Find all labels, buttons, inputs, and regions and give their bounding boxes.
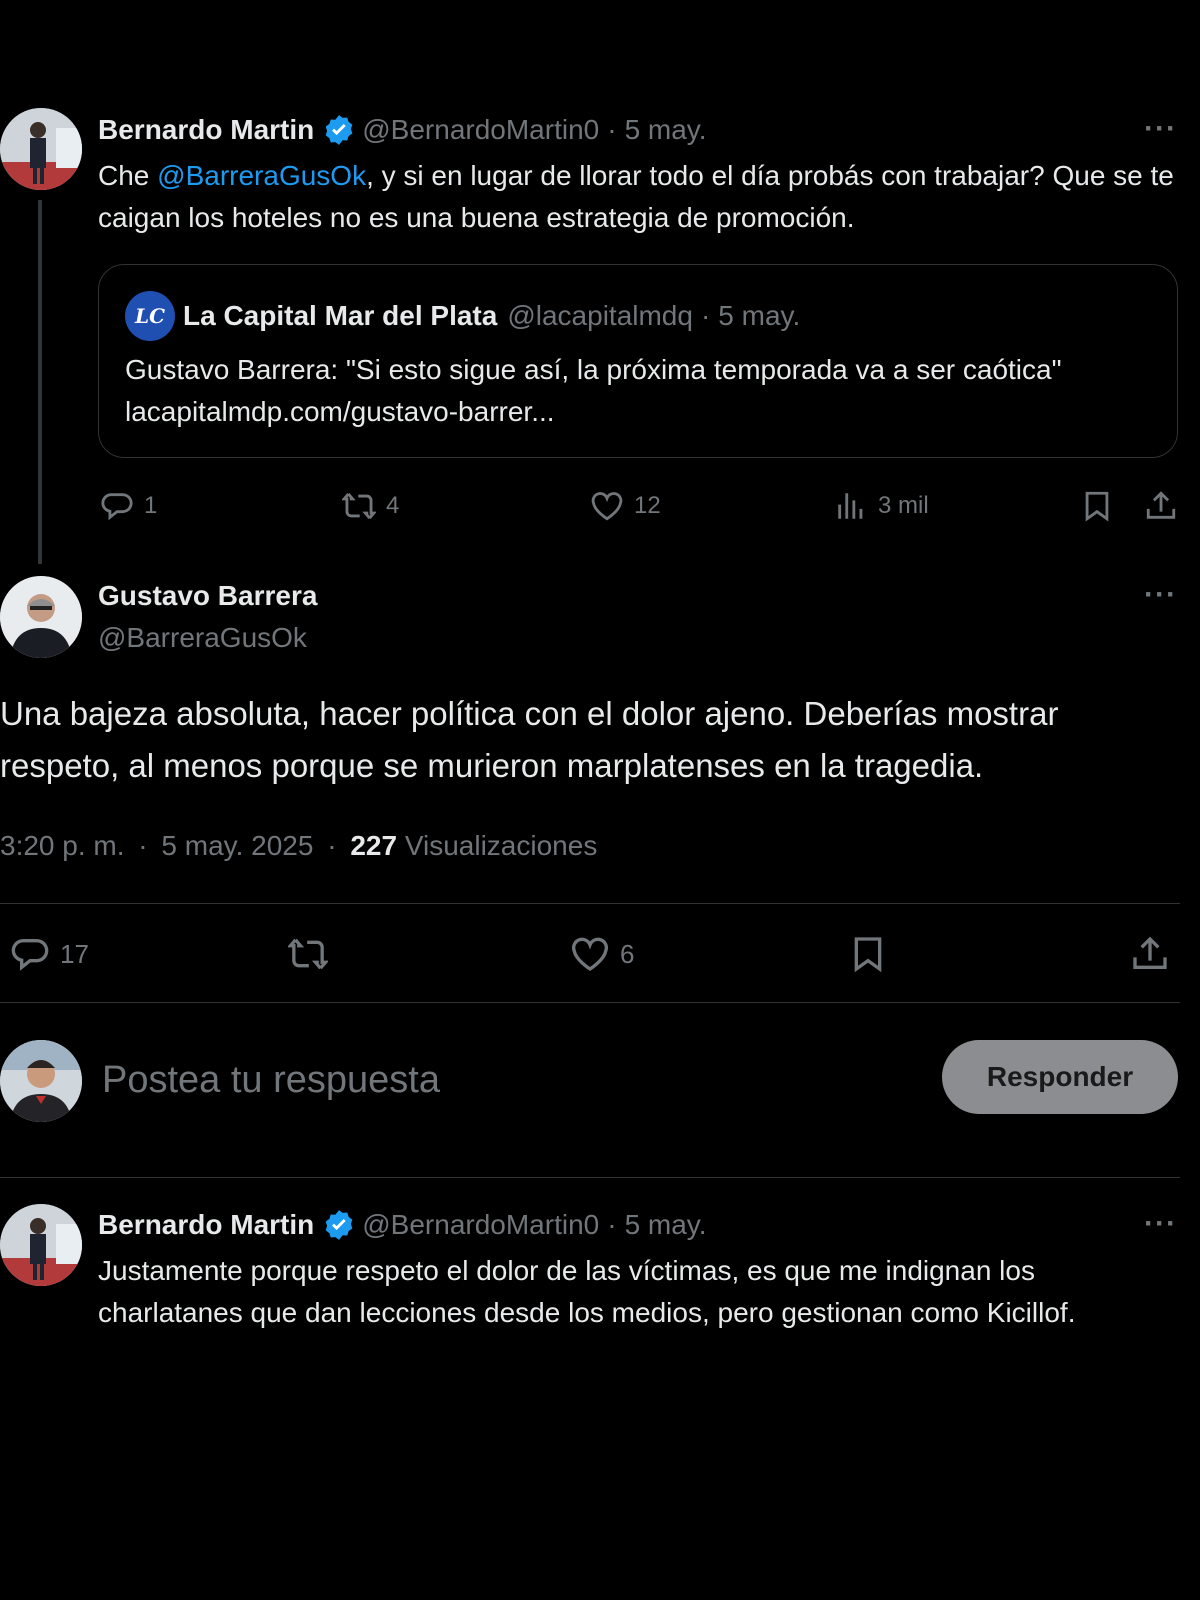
tweet-date[interactable]: 5 may. 2025 [161, 830, 313, 861]
share-icon [1133, 936, 1167, 969]
reply-input[interactable] [100, 1054, 894, 1106]
share-icon [1146, 491, 1176, 519]
separator: · [138, 830, 148, 861]
separator: · [327, 830, 337, 861]
reply-icon [101, 493, 133, 521]
like-count: 12 [634, 492, 661, 519]
reply-count: 1 [144, 492, 158, 519]
divider [0, 903, 1180, 904]
views-button[interactable]: 3 mil [834, 489, 929, 523]
quote-text: Gustavo Barrera: "Si esto sigue así, la … [125, 354, 1062, 427]
reply-text: Justamente porque respeto el dolor de la… [98, 1255, 1076, 1328]
more-options-icon[interactable]: ··· [1144, 1207, 1177, 1241]
tweet1-header: Bernardo Martin @BernardoMartin0 · 5 may… [98, 110, 707, 150]
separator: · [607, 1209, 617, 1240]
repost-icon [342, 493, 376, 519]
bookmark-icon [854, 937, 882, 973]
repost-icon [288, 938, 328, 970]
verified-badge-icon [325, 115, 353, 145]
mention-link[interactable]: @BarreraGusOk [157, 160, 366, 191]
divider [0, 1177, 1180, 1178]
reply-header: Bernardo Martin @BernardoMartin0 · 5 may… [98, 1205, 707, 1245]
avatar-bernardo[interactable] [0, 108, 82, 190]
share-button[interactable] [1130, 934, 1170, 974]
author-handle[interactable]: @BarreraGusOk [98, 622, 307, 654]
reply-count: 17 [60, 938, 89, 969]
reply-icon [11, 939, 49, 971]
share-button[interactable] [1144, 489, 1178, 523]
like-button[interactable]: 12 [590, 489, 661, 523]
repost-button[interactable]: 4 [342, 489, 399, 523]
more-options-icon[interactable]: ··· [1144, 112, 1177, 146]
tweet1-text: Che @BarreraGusOk, y si en lugar de llor… [98, 155, 1178, 239]
author-name[interactable]: Bernardo Martin [98, 1209, 314, 1241]
views-icon [838, 493, 863, 519]
tweet-date[interactable]: 5 may. [625, 114, 707, 146]
bookmark-button[interactable] [848, 934, 888, 974]
bookmark-button[interactable] [1080, 489, 1114, 523]
heart-icon [572, 937, 608, 971]
repost-count: 4 [386, 492, 400, 519]
like-button[interactable]: 6 [570, 934, 634, 974]
separator: · [700, 300, 711, 331]
views-count: 227 [350, 830, 398, 861]
views-count: 3 mil [878, 492, 929, 519]
quote-author-name: La Capital Mar del Plata [183, 300, 498, 331]
separator: · [607, 114, 617, 145]
author-name[interactable]: Gustavo Barrera [98, 580, 317, 612]
quote-card[interactable]: LC La Capital Mar del Plata @lacapitalmd… [98, 264, 1178, 458]
avatar-bernardo[interactable] [0, 1204, 82, 1286]
avatar-current-user[interactable] [0, 1040, 82, 1122]
reply-submit-button[interactable]: Responder [942, 1040, 1178, 1114]
bookmark-icon [1085, 491, 1109, 522]
tweet-date[interactable]: 5 may. [625, 1209, 707, 1241]
reply-submit-label: Responder [986, 1061, 1134, 1092]
reply-button[interactable]: 17 [10, 934, 89, 974]
verified-badge-icon [325, 1210, 353, 1240]
quote-header: LC La Capital Mar del Plata @lacapitalmd… [125, 291, 800, 341]
thread-line [38, 200, 42, 564]
reply-button[interactable]: 1 [100, 489, 157, 523]
heart-icon [591, 492, 623, 521]
divider [0, 1002, 1180, 1003]
main-tweet-text: Una bajeza absoluta, hacer política con … [0, 695, 1059, 784]
logo-text: LC [135, 304, 165, 328]
views-label: Visualizaciones [404, 830, 598, 861]
text-part: Che [98, 160, 158, 191]
la-capital-logo-icon: LC [125, 291, 175, 341]
more-options-icon[interactable]: ··· [1144, 578, 1177, 612]
author-handle[interactable]: @BernardoMartin0 [362, 114, 599, 146]
avatar-gustavo[interactable] [0, 576, 82, 658]
author-name[interactable]: Bernardo Martin [98, 114, 314, 146]
quote-author-handle: @lacapitalmdq [507, 300, 693, 331]
author-handle[interactable]: @BernardoMartin0 [362, 1209, 599, 1241]
tweet-time[interactable]: 3:20 p. m. [0, 830, 125, 861]
repost-button[interactable] [288, 934, 328, 974]
quote-date: 5 may. [718, 300, 801, 331]
tweet-meta: 3:20 p. m. · 5 may. 2025 · 227 Visualiza… [0, 830, 597, 862]
like-count: 6 [620, 938, 635, 969]
